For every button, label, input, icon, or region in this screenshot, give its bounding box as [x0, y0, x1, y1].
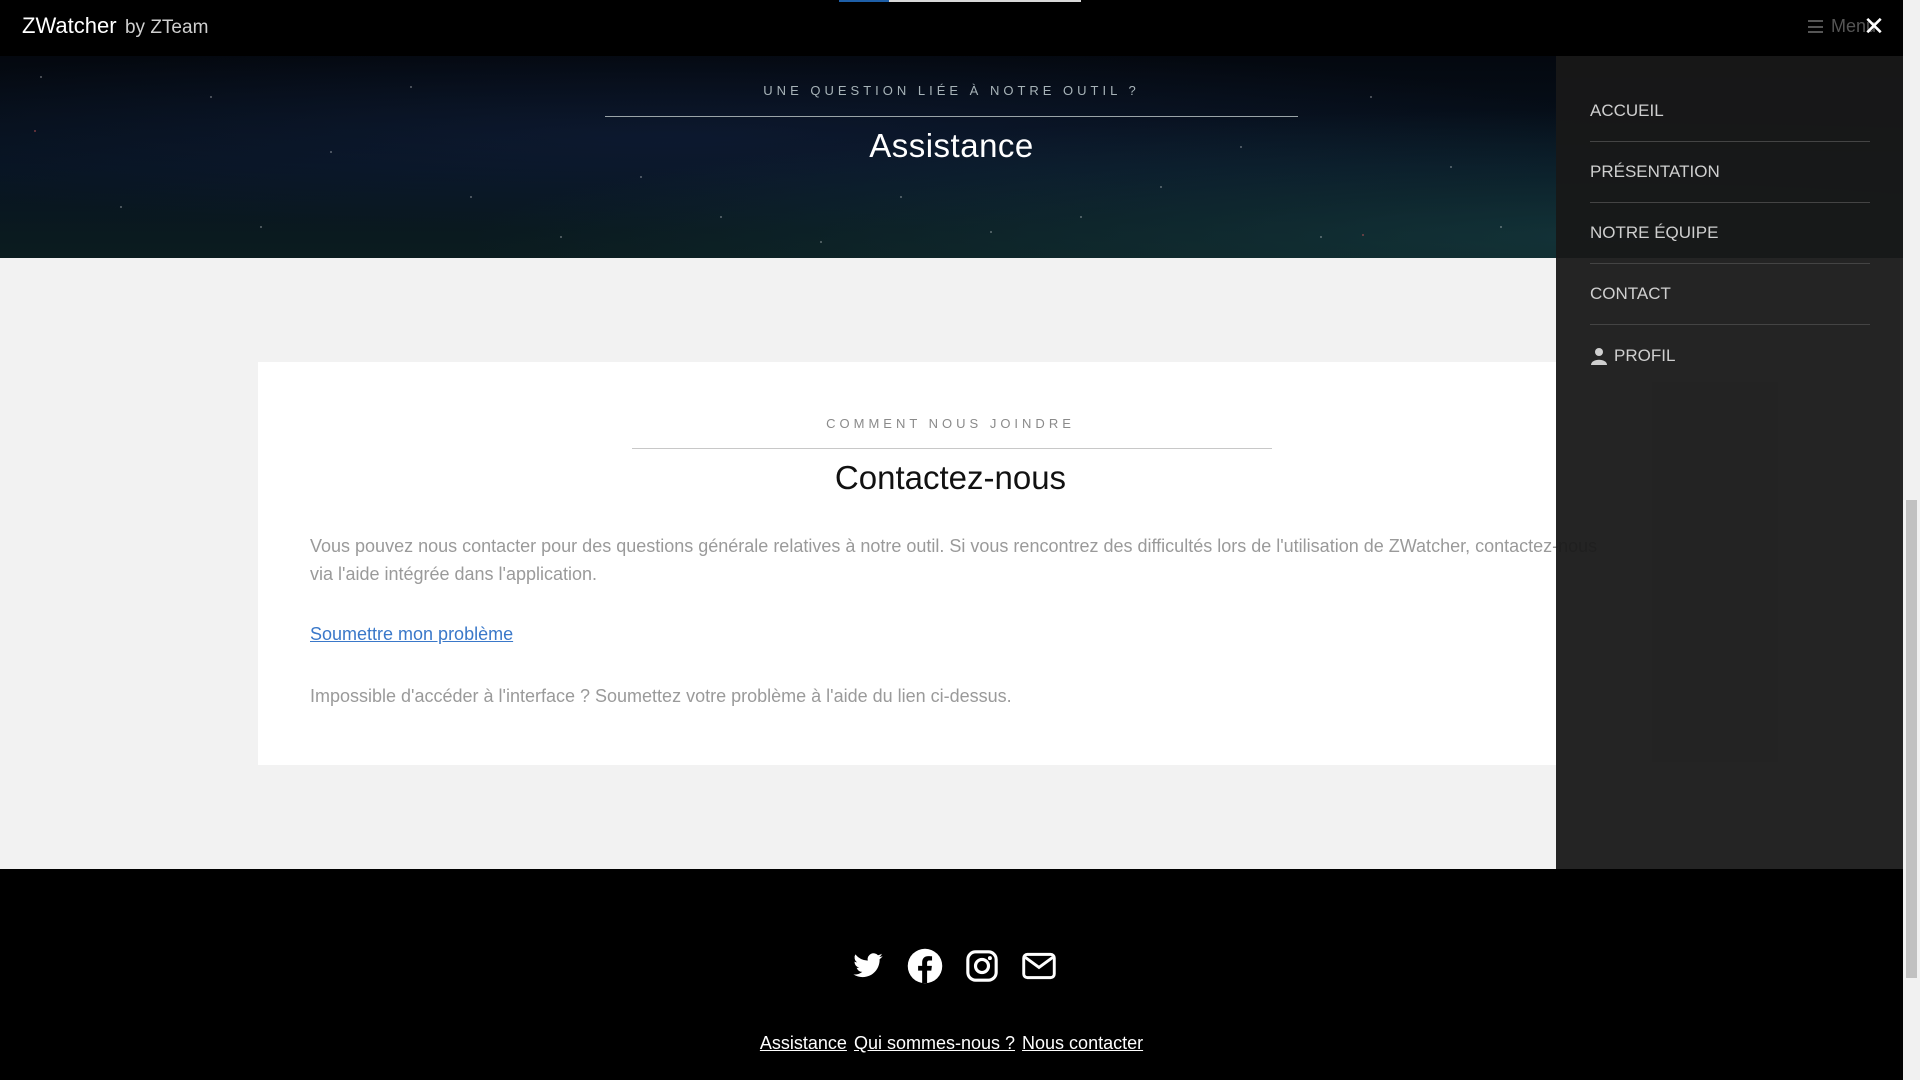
footer-link-assistance[interactable]: Assistance [760, 1033, 847, 1053]
hero-divider [605, 116, 1298, 117]
footer: Assistance Qui sommes-nous ? Nous contac… [0, 869, 1903, 1080]
menu-item-label: PRÉSENTATION [1590, 162, 1720, 181]
contact-divider [632, 448, 1272, 449]
brand-by: by ZTeam [124, 17, 209, 38]
brand-name: ZWatcher [22, 13, 117, 38]
contact-subtitle: COMMENT NOUS JOINDRE [826, 416, 1075, 431]
scrollbar-thumb[interactable] [1906, 500, 1917, 978]
menu-item-label: ACCUEIL [1590, 101, 1664, 120]
menu-item-profil[interactable]: PROFIL [1590, 325, 1870, 386]
contact-note: Impossible d'accéder à l'interface ? Sou… [310, 686, 1012, 706]
close-icon[interactable]: ✕ [1861, 13, 1887, 39]
side-menu: ACCUEIL PRÉSENTATION NOTRE ÉQUIPE CONTAC… [1556, 56, 1903, 869]
menu-item-label: CONTACT [1590, 284, 1671, 303]
top-accent-bar [889, 0, 1081, 2]
submit-problem-link[interactable]: Soumettre mon problème [310, 624, 513, 645]
page: ZWatcher by ZTeam Menu ✕ UNE QUESTION LI… [0, 0, 1920, 1080]
menu-item-label: PROFIL [1614, 345, 1676, 365]
twitter-icon[interactable] [850, 948, 886, 984]
hamburger-icon [1808, 20, 1823, 33]
menu-item-contact[interactable]: CONTACT [1590, 264, 1870, 325]
page-scrollbar[interactable] [1903, 0, 1920, 1080]
email-icon[interactable] [1021, 948, 1057, 984]
facebook-icon[interactable] [907, 948, 943, 984]
brand-logo[interactable]: ZWatcher by ZTeam [22, 13, 208, 39]
top-accent-bar [839, 0, 889, 2]
top-bar: ZWatcher by ZTeam Menu ✕ [0, 0, 1903, 56]
footer-link-about[interactable]: Qui sommes-nous ? [854, 1033, 1015, 1053]
social-links [850, 948, 1057, 984]
footer-link-contact[interactable]: Nous contacter [1022, 1033, 1143, 1053]
user-icon [1590, 347, 1608, 365]
footer-links: Assistance Qui sommes-nous ? Nous contac… [0, 1033, 1903, 1054]
contact-paragraph: Vous pouvez nous contacter pour des ques… [310, 536, 1598, 584]
menu-item-presentation[interactable]: PRÉSENTATION [1590, 142, 1870, 203]
menu-item-notre-equipe[interactable]: NOTRE ÉQUIPE [1590, 203, 1870, 264]
menu-item-label: NOTRE ÉQUIPE [1590, 223, 1719, 242]
menu-item-accueil[interactable]: ACCUEIL [1590, 81, 1870, 142]
instagram-icon[interactable] [964, 948, 1000, 984]
contact-title: Contactez-nous [834, 459, 1067, 496]
contact-card: COMMENT NOUS JOINDRE Contactez-nous Vous… [258, 362, 1648, 765]
